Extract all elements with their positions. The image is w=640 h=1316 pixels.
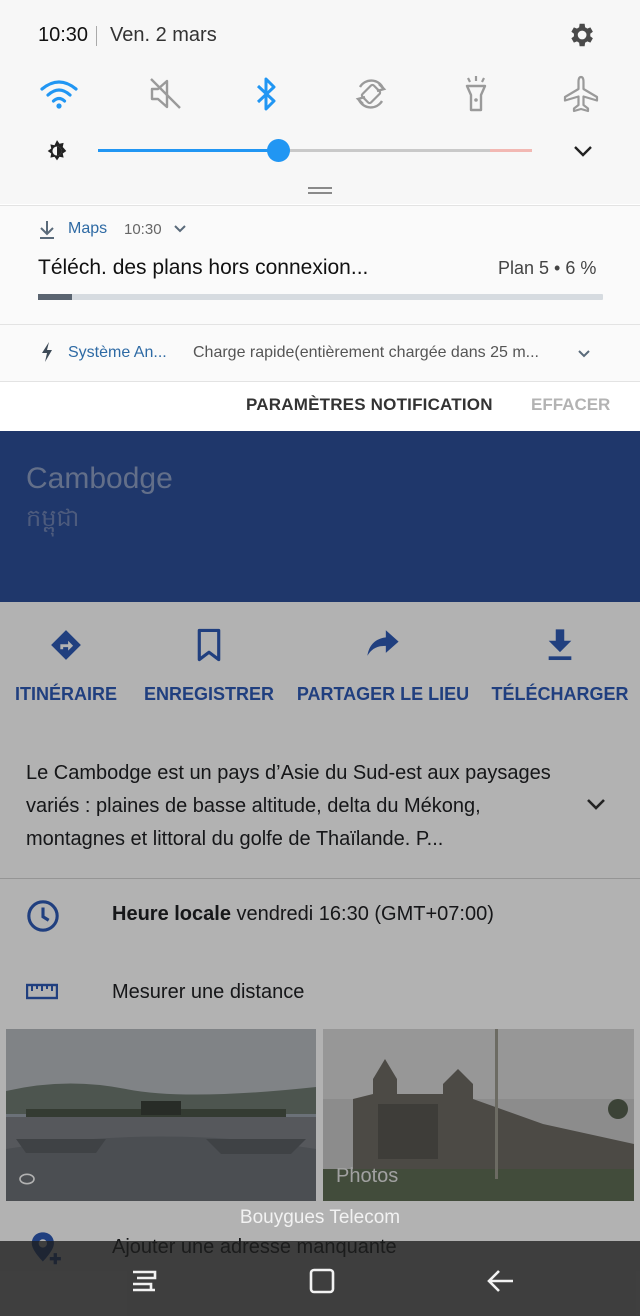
back-icon[interactable] xyxy=(486,1267,516,1295)
divider xyxy=(96,26,97,46)
notification-shade: 10:30 Ven. 2 mars Maps 10:30 Téléch. des… xyxy=(0,0,640,431)
brightness-slider-track[interactable] xyxy=(278,149,490,152)
airplane-mode-icon[interactable] xyxy=(561,74,601,114)
gear-icon[interactable] xyxy=(566,20,596,50)
brightness-slider-thumb[interactable] xyxy=(267,139,290,162)
clear-button[interactable]: EFFACER xyxy=(531,395,610,415)
home-icon[interactable] xyxy=(308,1267,336,1295)
chevron-down-icon[interactable] xyxy=(576,348,592,360)
flashlight-icon[interactable] xyxy=(456,74,496,114)
bluetooth-icon[interactable] xyxy=(246,74,286,114)
shade-scrim[interactable] xyxy=(0,430,640,1316)
navigation-bar xyxy=(0,1241,640,1316)
sound-muted-icon[interactable] xyxy=(146,74,186,114)
notification-text: Charge rapide(entièrement chargée dans 2… xyxy=(193,344,539,361)
chevron-down-icon[interactable] xyxy=(571,142,595,160)
wifi-icon[interactable] xyxy=(39,74,79,114)
notification-app-name: Système An... xyxy=(68,344,167,361)
brightness-slider-warning xyxy=(490,149,532,152)
status-time: 10:30 xyxy=(38,24,89,46)
drag-handle[interactable] xyxy=(308,187,332,194)
chevron-down-icon[interactable] xyxy=(173,224,187,234)
notification-app-name: Maps xyxy=(68,220,108,237)
brightness-icon xyxy=(47,140,67,161)
recents-icon[interactable] xyxy=(129,1268,159,1294)
download-icon xyxy=(40,221,54,239)
auto-rotate-icon[interactable] xyxy=(351,74,391,114)
notification-time: 10:30 xyxy=(124,221,162,238)
lightning-bolt-icon xyxy=(42,342,52,362)
download-progress-bar xyxy=(38,294,603,300)
brightness-slider-fill xyxy=(98,149,278,152)
notification-title: Téléch. des plans hors connexion... xyxy=(38,256,369,279)
status-date: Ven. 2 mars xyxy=(110,24,217,46)
carrier-label: Bouygues Telecom xyxy=(239,1207,401,1228)
download-progress-text: Plan 5 • 6 % xyxy=(498,258,597,278)
download-progress-fill xyxy=(38,294,72,300)
notification-settings-button[interactable]: PARAMÈTRES NOTIFICATION xyxy=(246,395,493,415)
